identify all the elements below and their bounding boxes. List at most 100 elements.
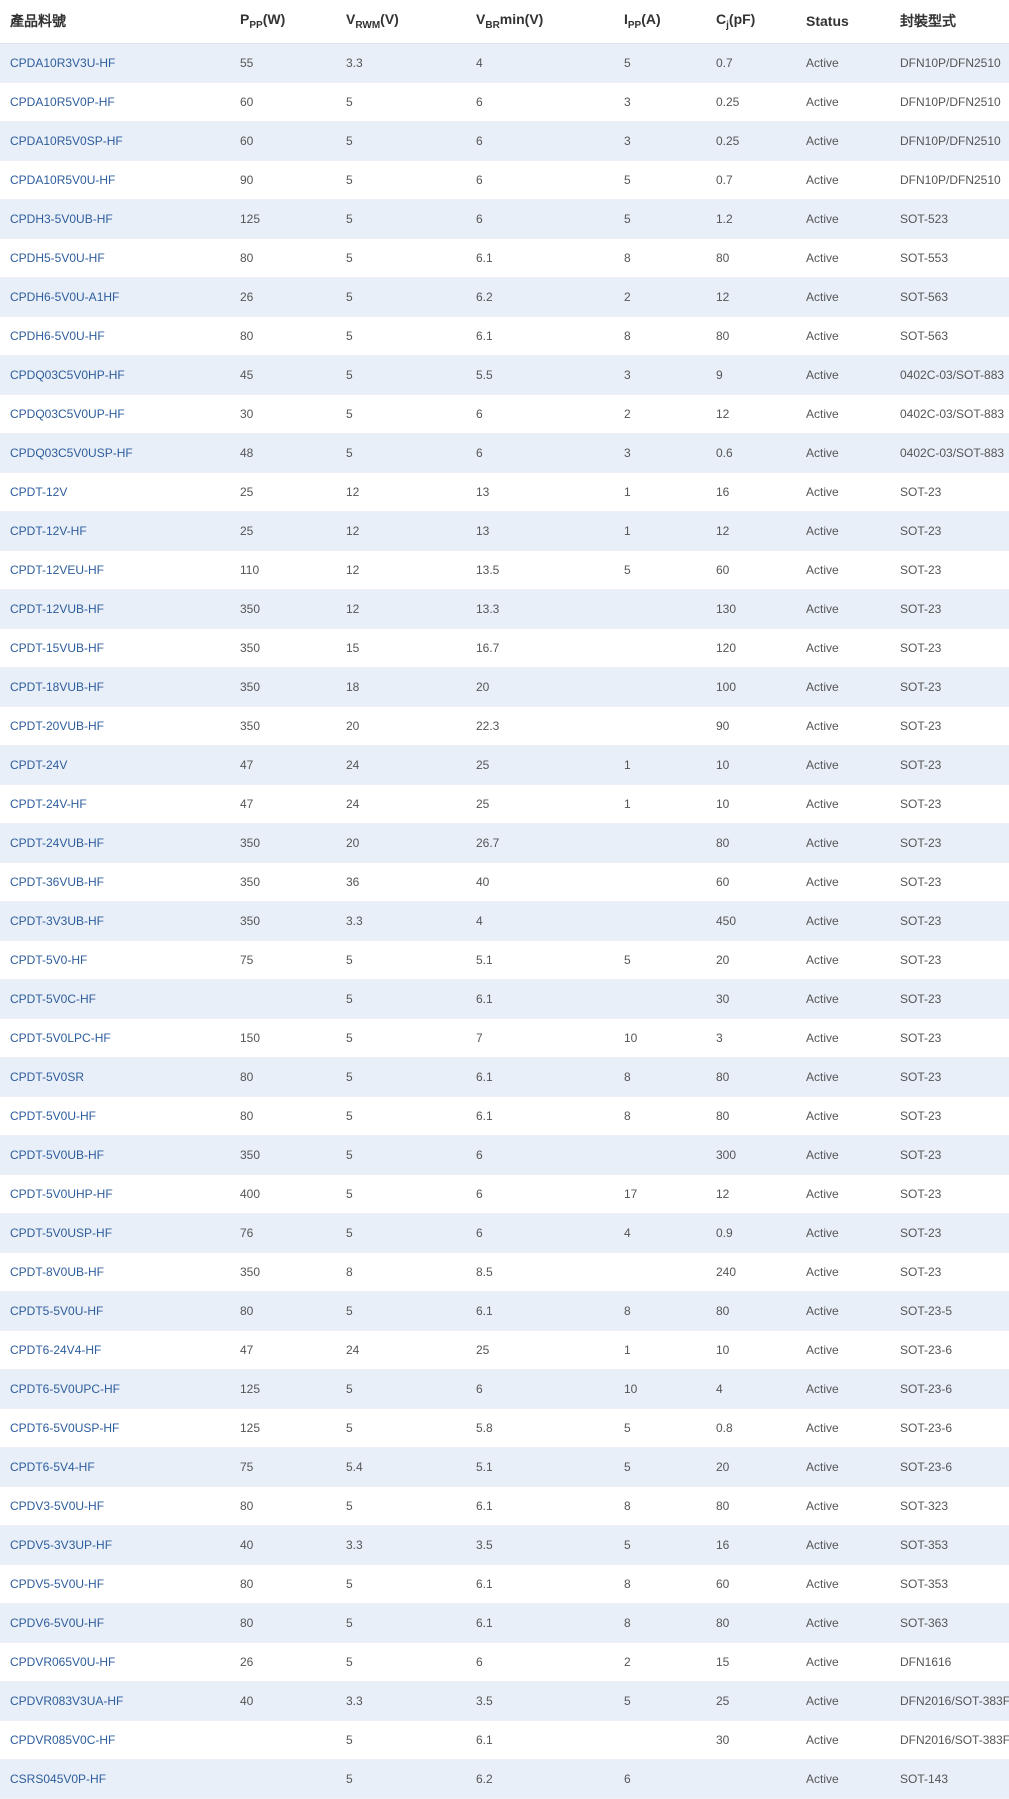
header-vbr-min: VBRmin(V) [466,0,614,44]
part-number-link[interactable]: CPDQ03C5V0HP-HF [0,355,230,395]
package-value: DFN10P/DFN2510 [890,43,1009,83]
part-number-link[interactable]: CPDT-5V0SR [0,1057,230,1097]
part-number-link[interactable]: CPDT-15VUB-HF [0,628,230,668]
part-number-link[interactable]: CPDV3-5V0U-HF [0,1486,230,1526]
part-number-link[interactable]: CPDT-8V0UB-HF [0,1252,230,1292]
status-value: Active [796,1213,890,1253]
part-number-link[interactable]: CPDT-5V0-HF [0,940,230,980]
part-number-link[interactable]: CPDA10R5V0U-HF [0,160,230,200]
part-number-link[interactable]: CPDT-36VUB-HF [0,862,230,902]
part-number-link[interactable]: CPDT6-5V0USP-HF [0,1408,230,1448]
part-number-link[interactable]: CPDT-24V [0,745,230,785]
part-number-link[interactable]: CPDT-24V-HF [0,784,230,824]
vbr-min-value: 6 [466,121,614,161]
vrwm-value: 5 [336,1564,466,1604]
part-number-link[interactable]: CPDA10R3V3U-HF [0,43,230,83]
table-row: CPDT-20VUB-HF 350 20 22.3 90 Active SOT-23 [0,706,1009,746]
status-value: Active [796,901,890,941]
cj-value: 0.7 [706,160,796,200]
table-row: CPDVR085V0C-HF 5 6.1 30 Active DFN2016/SOT-38… [0,1720,1009,1760]
part-number-link[interactable]: CPDT6-24V4-HF [0,1330,230,1370]
table-row: CPDT6-5V0UPC-HF 125 5 6 10 4 Active SOT-23-6 [0,1369,1009,1409]
table-row: CPDVR065V0U-HF 26 5 6 2 15 Active DFN1616 [0,1642,1009,1682]
part-number-link[interactable]: CPDVR085V0C-HF [0,1720,230,1760]
vrwm-value: 5 [336,1057,466,1097]
part-number-link[interactable]: CPDT-5V0UB-HF [0,1135,230,1175]
package-value: DFN10P/DFN2510 [890,121,1009,161]
vrwm-value: 5 [336,1759,466,1799]
part-number-link[interactable]: CPDT-12V [0,472,230,512]
part-number-link[interactable]: CPDH5-5V0U-HF [0,238,230,278]
header-part-number-label: 產品料號 [10,13,66,30]
part-number-link[interactable]: CPDT-12VEU-HF [0,550,230,590]
part-number-link[interactable]: CPDA10R5V0P-HF [0,82,230,122]
part-number-link[interactable]: CPDV6-5V0U-HF [0,1603,230,1643]
status-value: Active [796,1252,890,1292]
ipp-value [614,1720,706,1760]
vrwm-value: 5 [336,1486,466,1526]
part-number-link[interactable]: CPDV5-5V0U-HF [0,1564,230,1604]
table-row: CPDT-5V0UB-HF 350 5 6 300 Active SOT-23 [0,1135,1009,1175]
vrwm-value: 8 [336,1252,466,1292]
part-number-link[interactable]: CPDT-12V-HF [0,511,230,551]
part-number-link[interactable]: CPDT-18VUB-HF [0,667,230,707]
part-number-link[interactable]: CPDT-24VUB-HF [0,823,230,863]
status-value: Active [796,667,890,707]
ipp-value: 8 [614,1057,706,1097]
part-number-link[interactable]: CPDT6-5V4-HF [0,1447,230,1487]
table-row: CPDH5-5V0U-HF 80 5 6.1 8 80 Active SOT-553 [0,238,1009,278]
cj-value: 0.7 [706,43,796,83]
part-number-link[interactable]: CPDH3-5V0UB-HF [0,199,230,239]
part-number-link[interactable]: CPDH6-5V0U-A1HF [0,277,230,317]
ppp-value: 80 [230,1603,336,1643]
part-number-link[interactable]: CPDV5-3V3UP-HF [0,1525,230,1565]
ipp-value [614,1252,706,1292]
part-number-link[interactable]: CPDT-12VUB-HF [0,589,230,629]
part-number-link[interactable]: CPDT-3V3UB-HF [0,901,230,941]
package-value: 0402C-03/SOT-883 [890,433,1009,473]
cj-value: 25 [706,1681,796,1721]
part-number-link[interactable]: CPDT-5V0UHP-HF [0,1174,230,1214]
vrwm-value: 5 [336,1213,466,1253]
part-number-link[interactable]: CPDT5-5V0U-HF [0,1291,230,1331]
part-number-link[interactable]: CPDVR083V3UA-HF [0,1681,230,1721]
part-number-link[interactable]: CPDT6-5V0UPC-HF [0,1369,230,1409]
ipp-value: 5 [614,1525,706,1565]
part-number-link[interactable]: CPDT-5V0USP-HF [0,1213,230,1253]
vrwm-value: 5 [336,82,466,122]
status-value: Active [796,1564,890,1604]
part-number-link[interactable]: CPDQ03C5V0USP-HF [0,433,230,473]
part-number-link[interactable]: CPDH6-5V0U-HF [0,316,230,356]
part-number-link[interactable]: CPDT-20VUB-HF [0,706,230,746]
vbr-min-value: 6.1 [466,979,614,1019]
cj-value: 9 [706,355,796,395]
vrwm-value: 3.3 [336,1525,466,1565]
part-number-link[interactable]: CPDQ03C5V0UP-HF [0,394,230,434]
header-vrwm-unit: (V) [380,11,399,28]
ipp-value: 1 [614,1330,706,1370]
vrwm-value: 5 [336,160,466,200]
ipp-value: 17 [614,1174,706,1214]
ppp-value: 350 [230,628,336,668]
package-value: DFN1616 [890,1642,1009,1682]
part-number-link[interactable]: CPDT-5V0U-HF [0,1096,230,1136]
part-number-link[interactable]: CSRS045V0P-HF [0,1759,230,1799]
package-value: SOT-23 [890,745,1009,785]
table-row: CPDT-5V0UHP-HF 400 5 6 17 12 Active SOT-23 [0,1174,1009,1214]
part-number-link[interactable]: CPDVR065V0U-HF [0,1642,230,1682]
ipp-value: 3 [614,121,706,161]
vbr-min-value: 25 [466,784,614,824]
part-number-link[interactable]: CPDT-5V0LPC-HF [0,1018,230,1058]
table-row: CPDT-5V0C-HF 5 6.1 30 Active SOT-23 [0,979,1009,1019]
vrwm-value: 24 [336,1330,466,1370]
ppp-value: 26 [230,1642,336,1682]
ppp-value: 25 [230,511,336,551]
part-number-link[interactable]: CPDT-5V0C-HF [0,979,230,1019]
vbr-min-value: 26.7 [466,823,614,863]
package-value: SOT-23 [890,1096,1009,1136]
ppp-value: 40 [230,1681,336,1721]
table-body: CPDA10R3V3U-HF 55 3.3 4 5 0.7 Active DFN10P/DFN… [0,43,1009,1799]
vrwm-value: 5 [336,121,466,161]
vbr-min-value: 13 [466,472,614,512]
part-number-link[interactable]: CPDA10R5V0SP-HF [0,121,230,161]
